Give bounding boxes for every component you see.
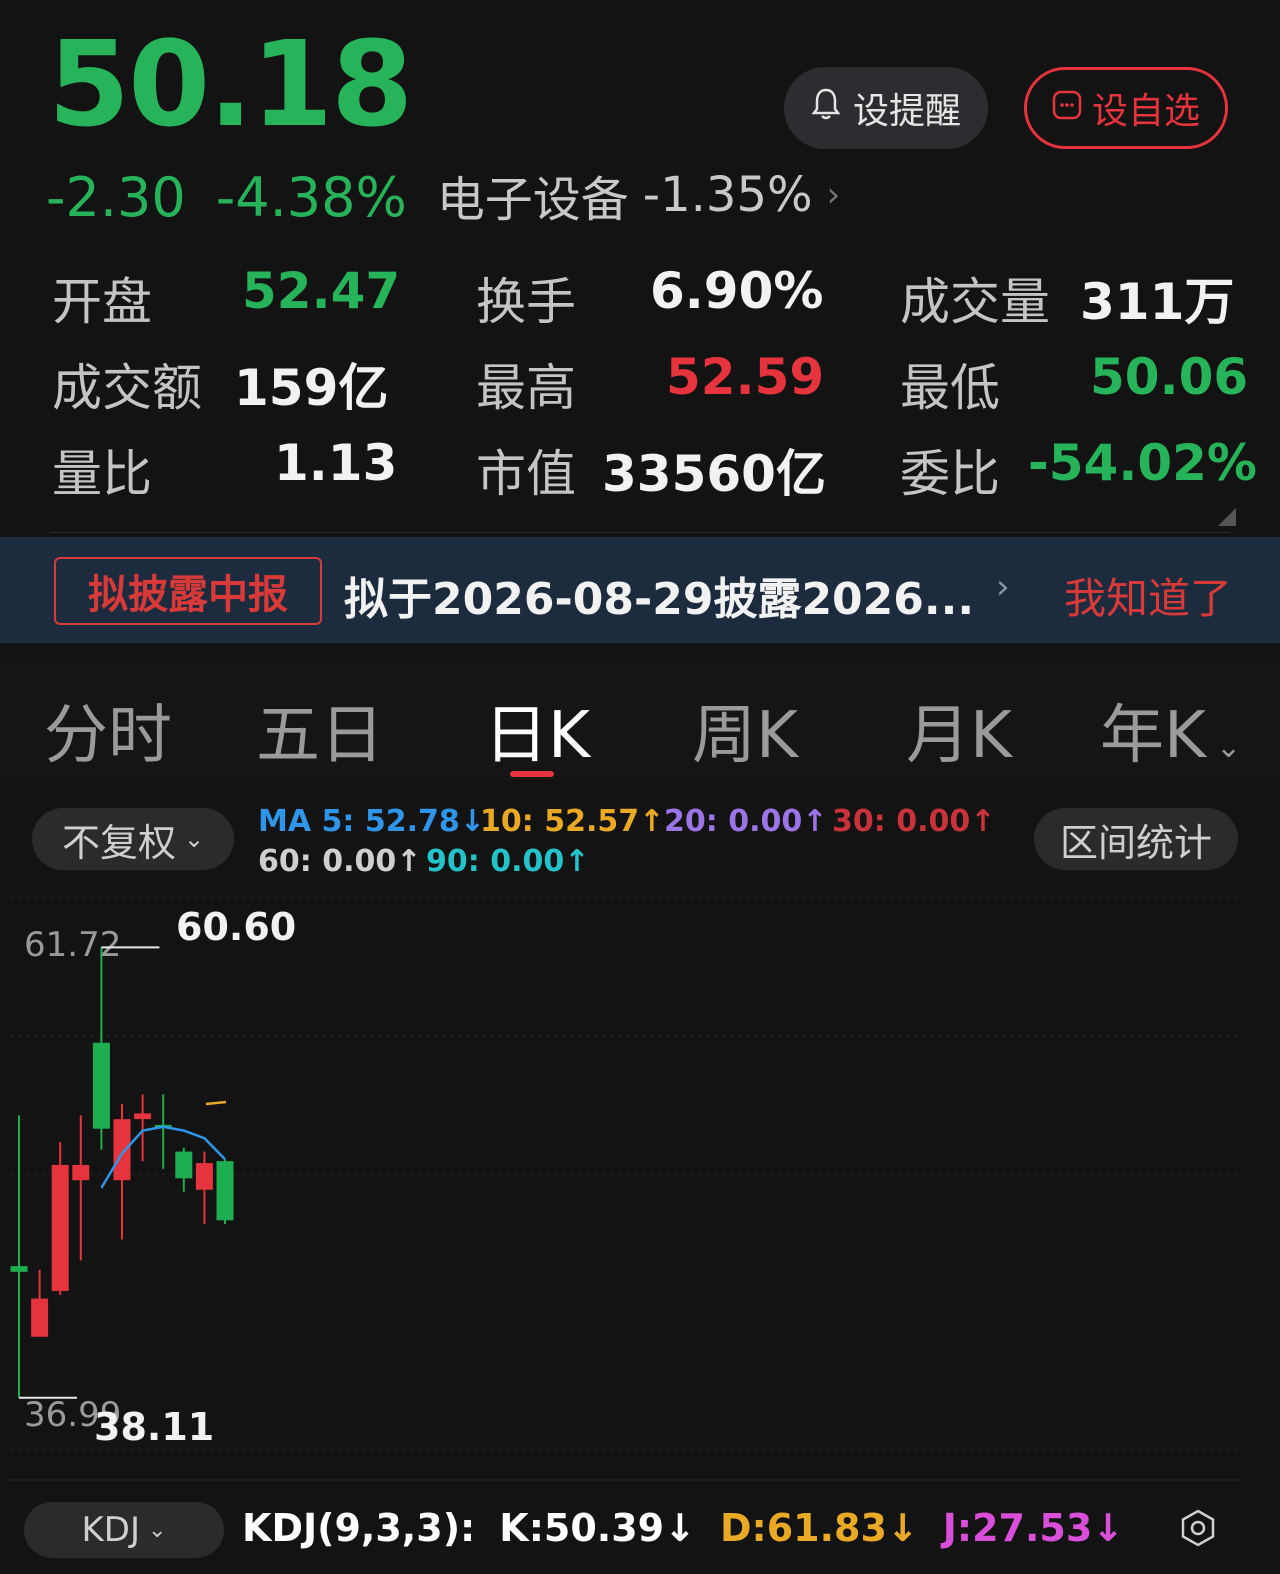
chevron-down-icon: ⌄	[1215, 730, 1242, 765]
bid-ratio-value: -54.02%	[1028, 434, 1258, 492]
kdj-k-value: K:50.39↓	[499, 1506, 696, 1550]
disclosure-banner[interactable]: 拟披露中报 拟于2026-08-29披露2026... › 我知道了	[0, 537, 1280, 643]
ma90-value: 90: 0.00↑	[426, 844, 590, 879]
ma60-value: 60: 0.00↑	[258, 844, 422, 879]
candle-body	[31, 1298, 49, 1337]
ma10-line	[205, 1100, 227, 1106]
stats-divider	[50, 532, 1230, 533]
banner-text[interactable]: 拟于2026-08-29披露2026...	[344, 563, 974, 627]
max-price-label: 60.60	[176, 905, 296, 949]
axis-top-label: 61.72	[24, 925, 121, 965]
turnover-label: 换手	[476, 273, 576, 331]
candles-group	[10, 947, 234, 1398]
price-adjust-label: 不复权	[61, 820, 176, 865]
ma10-value: 10: 52.57↑	[480, 804, 665, 839]
chart-grid	[10, 897, 1238, 1481]
candle-body	[175, 1151, 193, 1179]
candlestick-chart[interactable]: 61.72 36.99 60.60 38.11	[0, 890, 1280, 1490]
market-cap-label: 市值	[476, 445, 576, 503]
volume-ratio-label: 量比	[52, 445, 152, 503]
kdj-d-value: D:61.83↓	[719, 1506, 919, 1550]
candle-body	[134, 1113, 152, 1120]
dismiss-banner-button[interactable]: 我知道了	[1064, 565, 1232, 626]
kdj-params: KDJ(9,3,3):	[242, 1506, 476, 1550]
tab-daily-k[interactable]: 日K	[484, 684, 590, 776]
ma20-value: 20: 0.00↑	[664, 804, 828, 839]
current-price: 50.18	[48, 15, 413, 153]
amount-value: 159亿	[234, 359, 389, 417]
ma5-value: MA 5: 52.78↓	[258, 804, 485, 839]
sector-change: -1.35%	[642, 167, 813, 223]
bell-icon	[811, 87, 841, 130]
high-value: 52.59	[666, 348, 825, 406]
high-label: 最高	[476, 359, 576, 417]
chevron-down-icon: ⌄	[148, 1517, 167, 1543]
add-watchlist-button[interactable]: 设自选	[1024, 67, 1228, 149]
candle-body	[72, 1164, 90, 1181]
active-tab-indicator	[510, 771, 554, 777]
add-watchlist-label: 设自选	[1091, 91, 1200, 132]
banner-tag: 拟披露中报	[54, 557, 322, 625]
min-price-label: 38.11	[94, 1405, 214, 1449]
market-cap-value: 33560亿	[602, 445, 826, 503]
candle-body	[113, 1119, 131, 1181]
candle-body	[10, 1266, 28, 1272]
indicator-dropdown[interactable]: KDJ ⌄	[24, 1502, 224, 1558]
chevron-right-icon: ›	[996, 567, 1010, 607]
tab-intraday[interactable]: 分时	[44, 684, 172, 776]
tab-monthly-k[interactable]: 月K	[906, 684, 1012, 776]
indicator-label: KDJ	[81, 1510, 141, 1550]
chevron-down-icon: ⌄	[183, 825, 205, 853]
sector-link[interactable]: 电子设备 -1.35% ›	[437, 160, 840, 230]
period-tabs: 分时 五日 日K 周K 月K 年K ⌄	[0, 660, 1280, 780]
ma30-value: 30: 0.00↑	[832, 804, 996, 839]
watchlist-icon	[1052, 88, 1082, 129]
candle-body	[92, 1042, 110, 1129]
range-stats-button[interactable]: 区间统计	[1034, 808, 1238, 870]
settings-icon[interactable]	[1178, 1508, 1218, 1552]
amount-label: 成交额	[52, 359, 202, 417]
price-change: -2.30	[46, 166, 186, 229]
tab-five-day[interactable]: 五日	[256, 684, 384, 776]
candle-body	[195, 1163, 213, 1190]
tab-yearly-k[interactable]: 年K ⌄	[1100, 684, 1241, 776]
candle-body	[51, 1164, 69, 1291]
tab-yearly-k-label: 年K	[1100, 699, 1206, 773]
open-value: 52.47	[242, 262, 401, 320]
volume-label: 成交量	[900, 273, 1050, 331]
kdj-j-value: J:27.53↓	[942, 1506, 1125, 1550]
set-alert-label: 设提醒	[852, 91, 961, 132]
expand-corner-icon[interactable]	[1218, 508, 1236, 526]
open-label: 开盘	[52, 273, 152, 331]
candle-body	[216, 1161, 234, 1221]
kdj-values: KDJ(9,3,3): K:50.39↓ D:61.83↓ J:27.53↓	[242, 1506, 1124, 1550]
price-change-row: -2.30 -4.38% 电子设备 -1.35% ›	[46, 160, 840, 230]
price-change-pct: -4.38%	[215, 166, 407, 229]
set-alert-button[interactable]: 设提醒	[784, 67, 988, 149]
low-label: 最低	[900, 359, 1000, 417]
indicator-bar: KDJ ⌄ KDJ(9,3,3): K:50.39↓ D:61.83↓ J:27…	[0, 1490, 1280, 1574]
volume-value: 311万	[1080, 273, 1235, 331]
tab-weekly-k[interactable]: 周K	[692, 684, 798, 776]
sector-name: 电子设备	[436, 172, 629, 228]
turnover-value: 6.90%	[650, 262, 824, 320]
bid-ratio-label: 委比	[900, 445, 1000, 503]
low-value: 50.06	[1090, 348, 1249, 406]
volume-ratio-value: 1.13	[274, 434, 398, 492]
price-adjust-dropdown[interactable]: 不复权 ⌄	[32, 808, 234, 870]
chevron-right-icon: ›	[826, 175, 841, 215]
